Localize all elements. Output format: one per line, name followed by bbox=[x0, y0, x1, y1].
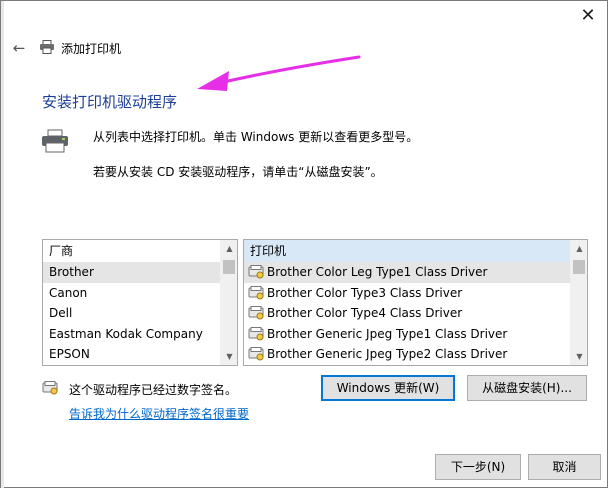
cancel-button[interactable]: 取消 bbox=[528, 454, 601, 480]
signature-status-text: 这个驱动程序已经过数字签名。 bbox=[69, 383, 238, 397]
printer-item-label: Brother Color Leg Type1 Class Driver bbox=[267, 265, 488, 280]
manufacturer-item[interactable]: Dell bbox=[43, 303, 237, 324]
scroll-thumb[interactable] bbox=[223, 260, 235, 274]
printer-driver-icon bbox=[42, 129, 68, 153]
annotation-arrow bbox=[197, 55, 361, 91]
driver-icon bbox=[248, 306, 264, 320]
manufacturer-item[interactable]: Brother bbox=[43, 262, 237, 283]
driver-icon bbox=[248, 265, 264, 279]
back-button[interactable]: ← bbox=[10, 39, 28, 57]
printer-item[interactable]: Brother Color Type3 Class Driver bbox=[244, 283, 587, 304]
manufacturer-item[interactable]: Canon bbox=[43, 283, 237, 304]
printer-item[interactable]: Brother Generic Jpeg Type1 Class Driver bbox=[244, 324, 587, 345]
driver-icon bbox=[248, 285, 264, 300]
printer-list-scrollbar[interactable]: ▲ ▼ bbox=[570, 240, 587, 365]
add-printer-window: ✕ ← 添加打印机 安装打印机驱动程序 从列表中选择打印机。单击 Windows… bbox=[0, 0, 608, 488]
manufacturer-list[interactable]: 厂商 Brother Canon Dell Eastman Kodak Comp… bbox=[42, 239, 238, 366]
printer-item[interactable]: Brother Generic Jpeg Type2 Class Driver bbox=[244, 344, 587, 365]
signature-info-link[interactable]: 告诉我为什么驱动程序签名很重要 bbox=[69, 405, 249, 422]
window-title: 添加打印机 bbox=[61, 42, 122, 56]
printer-item[interactable]: Brother Color Leg Type1 Class Driver bbox=[244, 262, 587, 283]
manufacturer-list-scrollbar[interactable]: ▲ ▼ bbox=[220, 240, 237, 365]
printer-item[interactable]: Brother Color Type4 Class Driver bbox=[244, 303, 587, 324]
windows-update-button[interactable]: Windows 更新(W) bbox=[321, 375, 455, 401]
manufacturer-item[interactable]: EPSON bbox=[43, 344, 237, 365]
description-line-1: 从列表中选择打印机。单击 Windows 更新以查看更多型号。 bbox=[93, 130, 419, 144]
scroll-down-icon[interactable]: ▼ bbox=[571, 348, 587, 365]
scroll-up-icon[interactable]: ▲ bbox=[221, 240, 237, 257]
close-icon: ✕ bbox=[580, 5, 596, 26]
scroll-up-icon[interactable]: ▲ bbox=[571, 240, 587, 257]
printer-item-label: Brother Generic Jpeg Type2 Class Driver bbox=[267, 347, 508, 362]
printer-item-label: Brother Generic Jpeg Type1 Class Driver bbox=[267, 326, 508, 341]
page-heading: 安装打印机驱动程序 bbox=[42, 93, 178, 111]
printer-icon bbox=[40, 40, 54, 54]
printer-list[interactable]: 打印机 Brother Color Leg Type1 Class Driver… bbox=[243, 239, 588, 366]
signed-driver-icon bbox=[42, 381, 58, 395]
have-disk-button[interactable]: 从磁盘安装(H)... bbox=[467, 375, 587, 401]
description-line-2: 若要从安装 CD 安装驱动程序，请单击“从磁盘安装”。 bbox=[93, 165, 383, 179]
driver-icon bbox=[248, 326, 264, 341]
manufacturer-item[interactable]: Eastman Kodak Company bbox=[43, 324, 237, 345]
driver-icon bbox=[248, 347, 264, 361]
printer-item-label: Brother Color Type3 Class Driver bbox=[267, 285, 463, 300]
scroll-down-icon[interactable]: ▼ bbox=[221, 348, 237, 365]
back-arrow-icon: ← bbox=[12, 39, 26, 57]
printer-list-header: 打印机 bbox=[244, 240, 587, 262]
printer-item-label: Brother Color Type4 Class Driver bbox=[267, 306, 463, 321]
manufacturer-list-header: 厂商 bbox=[49, 244, 74, 258]
close-button[interactable]: ✕ bbox=[573, 3, 603, 29]
scroll-thumb[interactable] bbox=[573, 260, 585, 274]
next-button[interactable]: 下一步(N) bbox=[435, 454, 521, 480]
window-edge bbox=[1, 1, 4, 488]
